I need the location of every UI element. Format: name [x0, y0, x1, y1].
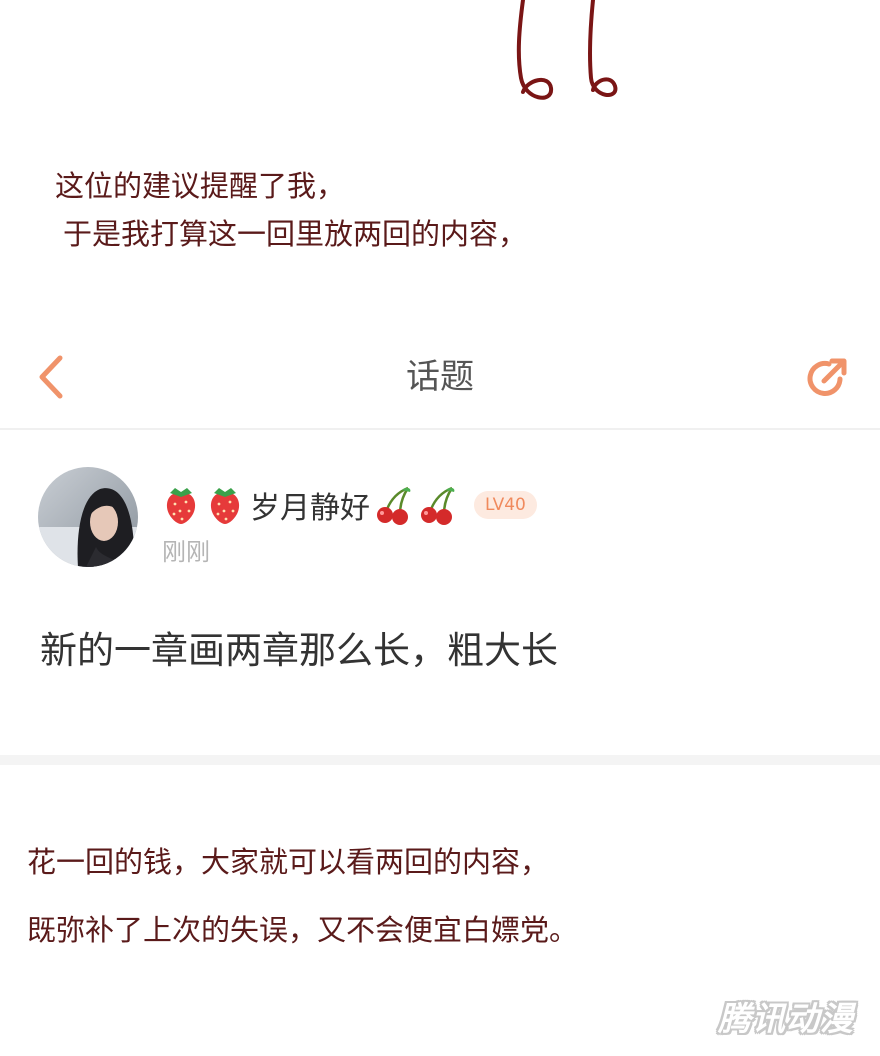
caption-line: 既弥补了上次的失误，又不会便宜白嫖党。 — [27, 913, 579, 947]
username[interactable]: 岁月静好 — [250, 483, 370, 527]
cherry-icon — [421, 486, 455, 525]
caption-line: 于是我打算这一回里放两回的内容， — [63, 217, 528, 251]
comic-caption-top: 这位的建议提醒了我， 于是我打算这一回里放两回的内容， — [55, 162, 527, 258]
page-title: 话题 — [406, 357, 474, 397]
share-icon[interactable] — [802, 353, 852, 403]
comic-caption-bottom: 花一回的钱，大家就可以看两回的内容， 既弥补了上次的失误，又不会便宜白嫖党。 — [27, 828, 578, 964]
level-badge: LV40 — [474, 491, 537, 519]
watermark-logo: 腾讯动漫 — [718, 999, 854, 1038]
post-content: 新的一章画两章那么长，粗大长 — [40, 629, 558, 672]
strawberry-icon — [210, 488, 240, 524]
divider — [0, 428, 880, 430]
avatar[interactable] — [38, 467, 138, 567]
caption-line: 这位的建议提醒了我， — [55, 169, 346, 203]
section-divider — [0, 755, 880, 765]
caption-line: 花一回的钱，大家就可以看两回的内容， — [27, 845, 550, 879]
strawberry-icon — [166, 488, 196, 524]
username-row[interactable]: 岁月静好 LV40 — [160, 480, 537, 530]
chevron-left-icon[interactable] — [34, 352, 68, 402]
comic-line-drawing — [516, 0, 618, 100]
cherry-icon — [377, 486, 411, 525]
post-timestamp: 刚刚 — [162, 538, 210, 566]
